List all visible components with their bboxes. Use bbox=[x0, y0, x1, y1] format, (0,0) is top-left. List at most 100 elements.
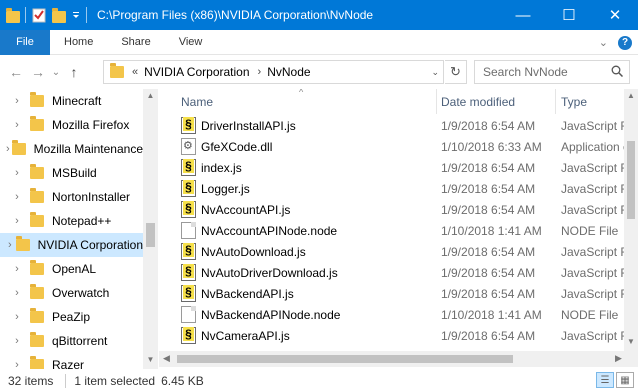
file-horizontal-scrollbar[interactable]: ◀ ▶ bbox=[159, 351, 638, 367]
file-row[interactable]: NvAutoDownload.js1/9/2018 6:54 AMJavaScr… bbox=[159, 241, 638, 262]
chevron-right-icon[interactable]: › bbox=[0, 95, 30, 107]
tab-home[interactable]: Home bbox=[50, 30, 107, 55]
nav-item[interactable]: › Razer bbox=[0, 353, 143, 369]
search-input[interactable]: Search NvNode bbox=[474, 60, 630, 84]
file-row[interactable]: NvBackendAPI.js1/9/2018 6:54 AMJavaScrip… bbox=[159, 283, 638, 304]
back-arrow-icon[interactable]: ← bbox=[5, 64, 27, 80]
tab-view[interactable]: View bbox=[165, 30, 217, 55]
nav-item-label: MSBuild bbox=[52, 166, 97, 180]
nav-item[interactable]: › Mozilla Maintenance bbox=[0, 137, 143, 161]
title-bar: C:\Program Files (x86)\NVIDIA Corporatio… bbox=[0, 0, 638, 30]
address-dropdown-icon[interactable]: ⌄ bbox=[431, 67, 439, 78]
file-vertical-scrollbar[interactable]: ▲ ▼ bbox=[624, 89, 638, 351]
nav-item[interactable]: › Overwatch bbox=[0, 281, 143, 305]
scroll-down-icon[interactable]: ▼ bbox=[143, 355, 158, 364]
recent-locations-icon[interactable]: ⌄ bbox=[49, 67, 63, 78]
nav-scrollbar[interactable]: ▲ ▼ bbox=[143, 89, 158, 369]
file-type: NODE File bbox=[561, 308, 619, 322]
nav-item[interactable]: › PeaZip bbox=[0, 305, 143, 329]
forward-arrow-icon[interactable]: → bbox=[27, 64, 49, 80]
chevron-right-icon[interactable]: › bbox=[0, 359, 30, 369]
file-row[interactable]: NvAutoDriverDownload.js1/9/2018 6:54 AMJ… bbox=[159, 262, 638, 283]
chevron-right-icon[interactable]: › bbox=[0, 311, 30, 323]
nav-item[interactable]: › Notepad++ bbox=[0, 209, 143, 233]
status-bar: 32 items 1 item selected 6.45 KB ☰ ▦ bbox=[0, 369, 638, 392]
folder-icon bbox=[6, 7, 20, 23]
file-row[interactable]: NvCameraAPI.js1/9/2018 6:54 AMJavaScript… bbox=[159, 325, 638, 346]
nav-item[interactable]: › MSBuild bbox=[0, 161, 143, 185]
address-bar[interactable]: « NVIDIA Corporation › NvNode ⌄ bbox=[103, 60, 444, 84]
refresh-icon[interactable]: ↻ bbox=[445, 60, 467, 84]
maximize-button[interactable]: ☐ bbox=[546, 0, 592, 30]
folder-icon bbox=[15, 236, 30, 251]
scroll-left-icon[interactable]: ◀ bbox=[163, 353, 170, 364]
scroll-right-icon[interactable]: ▶ bbox=[615, 353, 622, 364]
tab-file[interactable]: File bbox=[0, 29, 50, 55]
chevron-right-icon[interactable]: › bbox=[0, 191, 30, 203]
file-row[interactable]: NvAccountAPINode.node 1/10/2018 1:41 AM NO… bbox=[159, 220, 624, 241]
file-scroll-thumb[interactable] bbox=[627, 141, 635, 219]
column-type[interactable]: Type bbox=[561, 95, 587, 109]
file-row[interactable]: Logger.js1/9/2018 6:54 AMJavaScript File bbox=[159, 178, 638, 199]
nav-item[interactable]: › Minecraft bbox=[0, 89, 143, 113]
chevron-right-icon[interactable]: › bbox=[0, 335, 30, 347]
details-view-icon[interactable]: ☰ bbox=[596, 372, 614, 388]
search-icon bbox=[611, 65, 623, 77]
chevron-right-icon[interactable]: › bbox=[0, 167, 30, 179]
breadcrumb-separator-icon[interactable]: › bbox=[258, 66, 262, 78]
item-count: 32 items bbox=[8, 373, 54, 388]
chevron-right-icon[interactable]: › bbox=[0, 287, 30, 299]
chevron-right-icon[interactable]: › bbox=[0, 119, 30, 131]
nav-item-label: Razer bbox=[52, 358, 85, 369]
column-divider[interactable] bbox=[555, 89, 556, 114]
nav-item-label: Notepad++ bbox=[52, 214, 112, 228]
nav-item[interactable]: › qBittorrent bbox=[0, 329, 143, 353]
folder-icon bbox=[30, 260, 44, 275]
nav-item[interactable]: › OpenAL bbox=[0, 257, 143, 281]
tab-share[interactable]: Share bbox=[107, 30, 164, 55]
js-file-icon bbox=[181, 180, 196, 197]
column-date-modified[interactable]: Date modified bbox=[441, 95, 515, 109]
close-button[interactable]: ✕ bbox=[592, 0, 638, 30]
large-icons-view-icon[interactable]: ▦ bbox=[616, 372, 634, 388]
new-folder-icon[interactable] bbox=[52, 7, 66, 23]
file-row[interactable]: NvBackendAPINode.node 1/10/2018 1:41 AM NO… bbox=[159, 304, 624, 325]
file-hscroll-thumb[interactable] bbox=[177, 355, 513, 363]
file-type: NODE File bbox=[561, 224, 619, 238]
nav-item-label: NortonInstaller bbox=[52, 190, 131, 204]
selection-size: 6.45 KB bbox=[161, 373, 204, 388]
nav-item[interactable]: › NVIDIA Corporation bbox=[0, 233, 143, 257]
nav-scroll-thumb[interactable] bbox=[146, 223, 155, 247]
column-divider[interactable] bbox=[436, 89, 437, 114]
file-date: 1/9/2018 6:54 AM bbox=[441, 203, 536, 217]
breadcrumb-nvnode[interactable]: NvNode bbox=[267, 65, 310, 79]
nav-item-label: Mozilla Maintenance bbox=[33, 142, 143, 156]
scroll-down-icon[interactable]: ▼ bbox=[624, 337, 638, 346]
scroll-up-icon[interactable]: ▲ bbox=[624, 91, 638, 100]
js-file-icon bbox=[181, 243, 196, 260]
file-row[interactable]: GfeXCode.dll1/10/2018 6:33 AMApplication… bbox=[159, 136, 638, 157]
file-row[interactable]: DriverInstallAPI.js1/9/2018 6:54 AMJavaS… bbox=[159, 115, 638, 136]
chevron-down-icon[interactable] bbox=[71, 7, 81, 23]
chevron-right-icon[interactable]: › bbox=[0, 239, 16, 251]
nav-item[interactable]: › NortonInstaller bbox=[0, 185, 143, 209]
breadcrumb-nvidia[interactable]: NVIDIA Corporation bbox=[144, 65, 249, 79]
overflow-icon[interactable]: « bbox=[132, 66, 138, 78]
nav-item-label: Mozilla Firefox bbox=[52, 118, 130, 132]
scroll-up-icon[interactable]: ▲ bbox=[143, 91, 158, 100]
up-arrow-icon[interactable]: ↑ bbox=[63, 64, 85, 80]
file-row[interactable]: index.js1/9/2018 6:54 AMJavaScript File bbox=[159, 157, 638, 178]
file-row[interactable]: NvAccountAPI.js1/9/2018 6:54 AMJavaScrip… bbox=[159, 199, 638, 220]
chevron-right-icon[interactable]: › bbox=[0, 215, 30, 227]
minimize-button[interactable]: — bbox=[500, 0, 546, 30]
nav-item[interactable]: › Mozilla Firefox bbox=[0, 113, 143, 137]
properties-icon[interactable] bbox=[31, 7, 47, 23]
sort-ascending-icon: ^ bbox=[299, 89, 304, 97]
chevron-right-icon[interactable]: › bbox=[0, 143, 12, 155]
expand-ribbon-icon[interactable]: ⌄ bbox=[599, 36, 608, 49]
file-list: ^ Name Date modified Type DriverInstallA… bbox=[159, 89, 638, 369]
chevron-right-icon[interactable]: › bbox=[0, 263, 30, 275]
column-name[interactable]: Name bbox=[181, 95, 213, 109]
file-date: 1/9/2018 6:54 AM bbox=[441, 329, 536, 343]
help-icon[interactable]: ? bbox=[618, 35, 632, 50]
